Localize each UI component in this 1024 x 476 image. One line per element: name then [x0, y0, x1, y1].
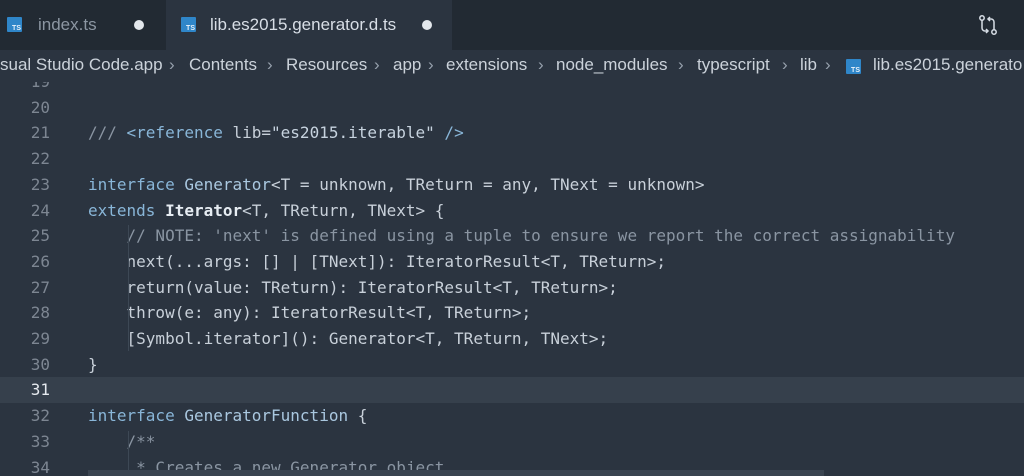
code-line[interactable]: 31 [0, 377, 1024, 404]
code-token: interface [88, 406, 185, 426]
code-text: return(value: TReturn): IteratorResult<T… [88, 275, 618, 301]
line-number: 22 [30, 149, 50, 169]
line-number: 21 [30, 123, 50, 143]
code-token: <T, TReturn, TNext> { [242, 200, 445, 220]
code-token: } [88, 354, 98, 374]
code-line[interactable]: 19 [0, 82, 1024, 95]
chevron-right-icon: › [538, 55, 544, 74]
breadcrumb: sual Studio Code.app › Contents › Resour… [0, 50, 1024, 82]
line-number: 30 [30, 354, 50, 374]
code-token: extends [88, 200, 166, 220]
ts-icon-text: TS [851, 67, 860, 74]
code-text: [Symbol.iterator](): Generator<T, TRetur… [88, 326, 609, 352]
line-number: 23 [30, 174, 50, 194]
line-number: 24 [30, 200, 50, 220]
unsaved-dot-icon[interactable] [422, 20, 432, 30]
code-line[interactable]: 28 throw(e: any): IteratorResult<T, TRet… [0, 300, 1024, 326]
code-line[interactable]: 23 interface Generator<T = unknown, TRetu… [0, 172, 1024, 198]
code-token: <reference [126, 123, 233, 143]
line-number: 19 [0, 82, 50, 95]
ts-file-icon: TS [846, 59, 861, 74]
code-line[interactable]: 27 return(value: TReturn): IteratorResul… [0, 275, 1024, 301]
code-text: /** [88, 429, 156, 455]
code-line[interactable]: 32 interface GeneratorFunction { [0, 403, 1024, 429]
code-text: // NOTE: 'next' is defined using a tuple… [88, 223, 955, 249]
code-token: throw(e: any): IteratorResult<T, TReturn… [88, 303, 532, 323]
ts-icon-text: TS [12, 25, 21, 32]
code-text: interface GeneratorFunction { [88, 403, 367, 429]
code-token: return(value: TReturn): IteratorResult<T… [88, 277, 618, 297]
code-token: "es2015.iterable" [271, 123, 435, 143]
breadcrumb-item[interactable]: node_modules [556, 55, 668, 75]
code-token: /// [88, 123, 127, 143]
tab-index-ts[interactable]: TS index.ts [0, 0, 166, 50]
code-token: GeneratorFunction [184, 406, 349, 426]
code-token: interface [88, 174, 185, 194]
code-line[interactable]: 21 /// <reference lib="es2015.iterable" /… [0, 120, 1024, 146]
code-line[interactable]: 24 extends Iterator<T, TReturn, TNext> { [0, 198, 1024, 224]
indent-guide [128, 225, 129, 351]
line-number: 29 [30, 329, 50, 348]
code-editor[interactable]: 34 * Creates a new Generator object. 33 /… [0, 82, 1024, 476]
code-token: next(...args: [] | [TNext]): IteratorRes… [88, 251, 666, 271]
breadcrumb-item[interactable]: typescript [697, 55, 770, 75]
tab-bar: TS index.ts TS lib.es2015.generator.d.ts [0, 0, 1024, 50]
code-text: next(...args: [] | [TNext]): IteratorRes… [88, 249, 666, 275]
line-number: 28 [30, 303, 50, 323]
code-token: { [348, 406, 368, 426]
chevron-right-icon: › [782, 55, 788, 74]
ts-file-icon: TS [181, 17, 196, 32]
breadcrumb-item[interactable]: lib.es2015.generato [873, 55, 1022, 75]
code-token: lib= [232, 123, 272, 143]
git-compare-icon[interactable] [976, 13, 1000, 37]
chevron-right-icon: › [267, 55, 273, 74]
code-token: Iterator [165, 200, 243, 220]
code-line[interactable]: 33 /** [0, 429, 1024, 455]
code-line[interactable]: 20 [0, 95, 1024, 121]
code-line[interactable]: 29 [Symbol.iterator](): Generator<T, TRe… [0, 326, 1024, 352]
line-number: 27 [30, 277, 50, 297]
breadcrumb-item[interactable]: extensions [446, 55, 527, 75]
code-line[interactable]: 30} [0, 352, 1024, 378]
line-number: 26 [30, 251, 50, 271]
line-number: 34 [30, 457, 50, 476]
chevron-right-icon: › [428, 55, 434, 74]
breadcrumb-item[interactable]: Contents [189, 55, 257, 75]
tab-label: index.ts [38, 15, 97, 34]
code-text: throw(e: any): IteratorResult<T, TReturn… [88, 300, 532, 326]
unsaved-dot-icon[interactable] [134, 20, 144, 30]
tab-lib-es2015-generator[interactable]: TS lib.es2015.generator.d.ts [166, 0, 452, 50]
code-token: /** [88, 431, 156, 451]
line-number: 20 [30, 97, 50, 117]
code-token: /> [434, 123, 464, 143]
line-number: 25 [30, 226, 50, 246]
chevron-right-icon: › [825, 55, 831, 74]
tab-label: lib.es2015.generator.d.ts [210, 15, 397, 34]
ts-icon-text: TS [186, 25, 195, 32]
breadcrumb-item[interactable]: app [393, 55, 421, 75]
breadcrumb-item[interactable]: sual Studio Code.app [0, 55, 163, 75]
code-token: // NOTE: 'next' is defined using a tuple… [88, 226, 955, 246]
breadcrumb-item[interactable]: lib [800, 55, 817, 75]
ts-file-icon: TS [7, 17, 22, 32]
code-token: Generator [184, 174, 272, 194]
code-line[interactable]: 22 [0, 146, 1024, 172]
code-text: interface Generator<T = unknown, TReturn… [88, 172, 705, 198]
horizontal-scrollbar[interactable] [88, 470, 824, 476]
line-number: 32 [30, 406, 50, 426]
chevron-right-icon: › [678, 55, 684, 74]
code-line[interactable]: 25 // NOTE: 'next' is defined using a tu… [0, 223, 1024, 249]
line-number: 31 [30, 380, 50, 400]
code-text: extends Iterator<T, TReturn, TNext> { [88, 198, 444, 224]
line-number: 33 [30, 431, 50, 451]
code-token: <T = unknown, TReturn = any, TNext = unk… [271, 174, 705, 194]
code-text: } [88, 352, 98, 378]
code-line[interactable]: 26 next(...args: [] | [TNext]): Iterator… [0, 249, 1024, 275]
breadcrumb-item[interactable]: Resources [286, 55, 367, 75]
chevron-right-icon: › [374, 55, 380, 74]
code-token: [Symbol.iterator](): Generator<T, TRetur… [88, 329, 609, 348]
code-text: /// <reference lib="es2015.iterable" /> [88, 120, 464, 146]
chevron-right-icon: › [169, 55, 175, 74]
